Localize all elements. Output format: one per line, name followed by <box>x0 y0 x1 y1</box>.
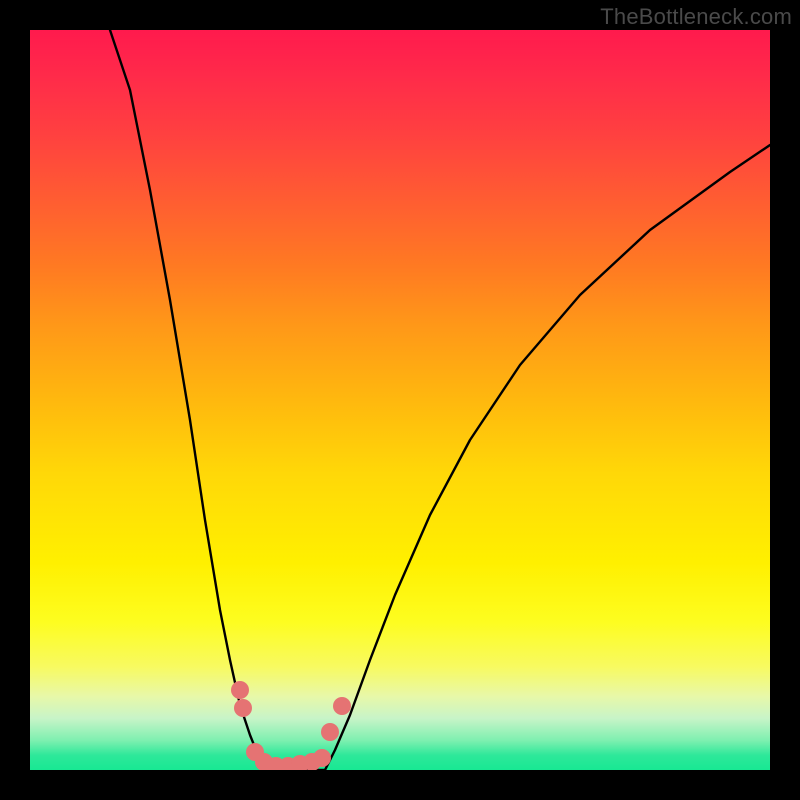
plot-area <box>30 30 770 770</box>
curve-lines <box>110 30 770 770</box>
data-marker <box>234 699 252 717</box>
data-marker <box>231 681 249 699</box>
bottleneck-curve-svg <box>30 30 770 770</box>
watermark-text: TheBottleneck.com <box>600 4 792 30</box>
series-right-curve <box>325 145 770 770</box>
data-marker <box>333 697 351 715</box>
chart-frame: TheBottleneck.com <box>0 0 800 800</box>
series-left-curve <box>110 30 265 770</box>
data-marker <box>313 749 331 767</box>
data-marker <box>321 723 339 741</box>
